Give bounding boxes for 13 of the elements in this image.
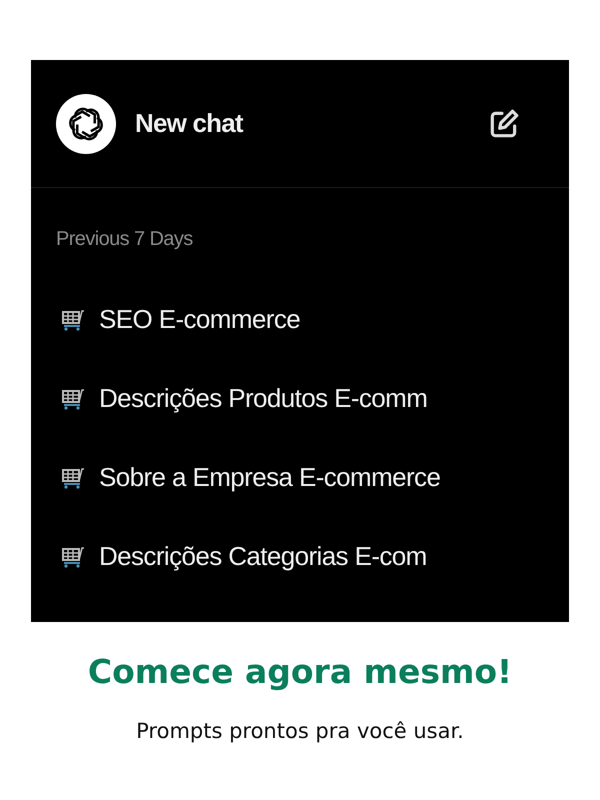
heading: Comece agora mesmo! xyxy=(86,652,514,691)
cart-icon xyxy=(61,544,85,568)
new-chat-button[interactable]: New chat xyxy=(135,108,487,139)
subtitle: Prompts prontos pra você usar. xyxy=(135,719,465,743)
logo-icon xyxy=(55,92,117,154)
cart-icon xyxy=(61,308,85,332)
cart-icon xyxy=(61,466,85,490)
chat-history-item[interactable]: Descrições Categorias E-com xyxy=(99,541,427,572)
chat-history-item[interactable]: SEO E-commerce xyxy=(99,304,300,335)
section-label: Previous 7 Days xyxy=(55,227,194,252)
chat-history-item[interactable]: Sobre a Empresa E-commerce xyxy=(99,462,440,493)
cart-icon xyxy=(61,386,85,410)
chat-history-item[interactable]: Descrições Produtos E-comm xyxy=(99,383,428,414)
